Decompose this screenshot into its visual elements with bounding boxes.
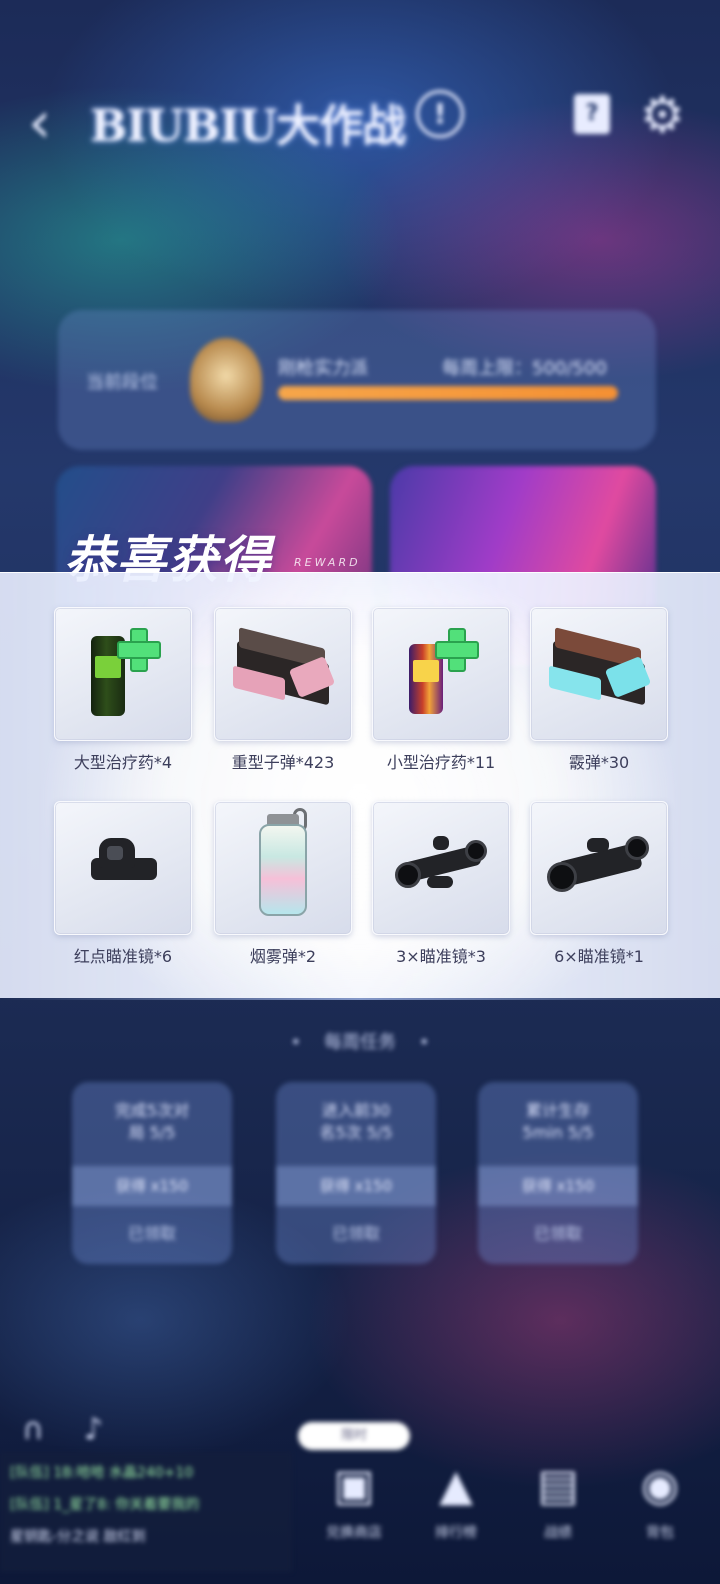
tasks-header-dot-right: •	[418, 1032, 430, 1053]
reward-item[interactable]: 霰弹*30	[530, 607, 668, 773]
task-reward: 获得 x150	[72, 1166, 232, 1206]
plus-icon	[117, 628, 161, 672]
rank-label: 当前段位	[86, 372, 158, 393]
reward-item[interactable]: 6×瞄准镜*1	[530, 801, 668, 967]
headphones-icon[interactable]: ∩	[22, 1412, 44, 1447]
nav-leaderboard[interactable]: ▲ 排行榜	[408, 1456, 504, 1566]
task-title: 累计生存 5min 5/5	[522, 1101, 594, 1142]
trophy-icon: ▲	[439, 1460, 473, 1511]
task-claimed-button[interactable]: 已领取	[72, 1220, 232, 1244]
weekly-tasks-header: • 每周任务 •	[0, 1028, 720, 1054]
rank-card: 当前段位 刚枪实力派 每周上限：500/500	[58, 310, 656, 450]
chat-line: [队伍] 1B:哈哈 水晶240+10	[10, 1465, 194, 1481]
reward-item-label: 红点瞄准镜*6	[73, 947, 173, 966]
reward-item-label: 6×瞄准镜*1	[554, 947, 644, 966]
heavy-ammo-box-icon	[214, 607, 352, 741]
plus-icon	[435, 628, 479, 672]
scope-lens-art	[547, 862, 577, 892]
rank-badge-icon	[190, 338, 262, 422]
scope-turret-art	[587, 838, 609, 852]
rank-name: 刚枪实力派	[278, 358, 368, 379]
shotgun-shell-box-icon	[530, 607, 668, 741]
game-title: BIUBIU大作战	[90, 101, 406, 152]
3x-scope-icon	[372, 801, 510, 935]
task-title: 完成5次对 局 5/5	[114, 1101, 190, 1142]
tasks-header-label: 每周任务	[324, 1032, 396, 1053]
6x-scope-icon	[530, 801, 668, 935]
reward-item-label: 大型治疗药*4	[73, 753, 173, 772]
task-card: 进入前30 名5次 5/5 获得 x150 已领取	[276, 1082, 436, 1264]
reward-item[interactable]: 红点瞄准镜*6	[54, 801, 192, 967]
task-claimed-button[interactable]: 已领取	[276, 1220, 436, 1244]
task-title: 进入前30 名5次 5/5	[319, 1101, 393, 1142]
chat-line: [队伍] 1_星了8: 你关着要我的	[10, 1497, 200, 1513]
scope-mount-art	[427, 876, 453, 888]
reward-item[interactable]: 3×瞄准镜*3	[372, 801, 510, 967]
top-bar: ‹ BIUBIU大作战 ! ? ⚙	[0, 80, 720, 160]
nav-records[interactable]: ▤ 战绩	[510, 1456, 606, 1566]
nav-label: 排行榜	[435, 1525, 477, 1541]
reward-item[interactable]: 烟雾弹*2	[214, 801, 352, 967]
nav-label: 战绩	[544, 1525, 572, 1541]
nav-backpack[interactable]: ◉ 背包	[612, 1456, 708, 1566]
reward-item[interactable]: 小型治疗药*11	[372, 607, 510, 773]
reward-panel[interactable]: 大型治疗药*4 重型子弹*423 小型治疗药*11 霰弹*30 红点瞄准镜*6 …	[0, 572, 720, 1000]
help-book-icon[interactable]: ?	[574, 94, 610, 134]
task-claimed-button[interactable]: 已领取	[478, 1220, 638, 1244]
sight-lens-art	[107, 846, 123, 860]
nav-label: 背包	[646, 1525, 674, 1541]
microphone-icon[interactable]: ♪	[84, 1412, 103, 1447]
rank-progress-fill	[278, 386, 618, 400]
large-medkit-can-icon	[54, 607, 192, 741]
clipboard-icon: ▤	[537, 1460, 579, 1511]
small-medkit-can-icon	[372, 607, 510, 741]
scope-lens-art	[465, 840, 487, 862]
scope-lens-art	[625, 836, 649, 860]
red-dot-sight-icon	[54, 801, 192, 935]
nav-label: 兑换商店	[326, 1525, 382, 1541]
reward-item-label: 3×瞄准镜*3	[396, 947, 486, 966]
limited-time-pill: 限时	[298, 1422, 410, 1450]
info-icon[interactable]: !	[416, 90, 464, 138]
grenade-body-art	[259, 824, 307, 916]
nav-exchange-shop[interactable]: ▣ 兑换商店	[306, 1456, 402, 1566]
chevron-left-icon[interactable]: ‹	[28, 88, 51, 156]
task-card: 完成5次对 局 5/5 获得 x150 已领取	[72, 1082, 232, 1264]
tasks-header-dot-left: •	[290, 1032, 302, 1053]
bottom-bar: ∩ ♪ [队伍] 1B:哈哈 水晶240+10 [队伍] 1_星了8: 你关着要…	[0, 1402, 720, 1584]
chat-box[interactable]: [队伍] 1B:哈哈 水晶240+10 [队伍] 1_星了8: 你关着要我的 星…	[0, 1452, 292, 1572]
smoke-grenade-icon	[214, 801, 352, 935]
reward-item-label: 霰弹*30	[568, 753, 630, 772]
reward-subtitle: REWARD	[294, 556, 361, 569]
task-card: 累计生存 5min 5/5 获得 x150 已领取	[478, 1082, 638, 1264]
gift-icon: ▣	[333, 1460, 375, 1511]
reward-item[interactable]: 大型治疗药*4	[54, 607, 192, 773]
reward-item-label: 烟雾弹*2	[249, 947, 317, 966]
rank-progress-bar	[278, 386, 618, 400]
reward-item-label: 小型治疗药*11	[386, 753, 496, 772]
scope-turret-art	[433, 836, 449, 850]
task-reward: 获得 x150	[276, 1166, 436, 1206]
weekly-limit: 每周上限：500/500	[442, 358, 607, 379]
task-reward: 获得 x150	[478, 1166, 638, 1206]
scope-lens-art	[395, 862, 421, 888]
chat-line: 星钥匙-分之说 敌红到	[10, 1529, 146, 1545]
backpack-icon: ◉	[640, 1460, 680, 1511]
reward-item-label: 重型子弹*423	[231, 753, 335, 772]
gear-icon[interactable]: ⚙	[640, 86, 685, 144]
reward-item[interactable]: 重型子弹*423	[214, 607, 352, 773]
